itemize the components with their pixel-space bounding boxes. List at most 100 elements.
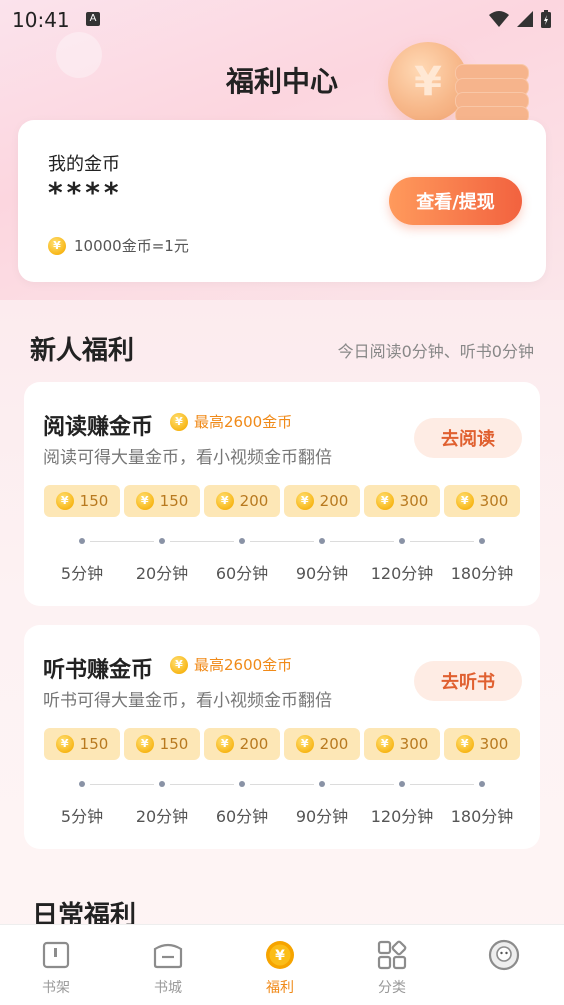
reward-amount: 300 <box>479 735 509 753</box>
signal-icon <box>517 11 533 27</box>
reward-amount: 200 <box>239 492 269 510</box>
progress-segment <box>330 784 394 785</box>
reward-row: ¥150 ¥150 ¥200 ¥200 ¥300 ¥300 <box>44 485 520 517</box>
page-title: 福利中心 <box>225 65 338 98</box>
reward-chip: ¥150 <box>44 728 120 760</box>
reward-chip: ¥150 <box>44 485 120 517</box>
bookshelf-icon <box>42 941 70 969</box>
progress-segment <box>170 784 234 785</box>
coin-icon: ¥ <box>215 492 234 510</box>
tab-bookshelf[interactable]: 书架 <box>0 925 112 1005</box>
exchange-rate-text: 10000金币=1元 <box>74 237 189 255</box>
coin-icon: ¥ <box>170 655 188 674</box>
coin-icon: ¥ <box>455 492 474 510</box>
withdraw-button[interactable]: 查看/提现 <box>389 177 522 225</box>
reward-amount: 150 <box>159 735 189 753</box>
today-progress-text: 今日阅读0分钟、听书0分钟 <box>337 342 534 361</box>
minute-label: 60分钟 <box>215 564 269 583</box>
reward-amount: 300 <box>479 492 509 510</box>
coin-icon: ¥ <box>295 492 314 510</box>
progress-dot <box>479 781 485 787</box>
reward-amount: 150 <box>159 492 189 510</box>
coin-icon: ¥ <box>375 735 394 753</box>
tab-profile[interactable] <box>448 925 560 1005</box>
minute-label: 5分钟 <box>60 564 104 583</box>
reward-chip: ¥300 <box>364 485 440 517</box>
progress-segment <box>90 784 154 785</box>
progress-track <box>44 537 520 547</box>
tab-label: 书架 <box>42 980 70 996</box>
coin-icon: ¥ <box>135 492 154 510</box>
go-read-button[interactable]: 去阅读 <box>414 418 522 458</box>
minute-label: 5分钟 <box>60 807 104 826</box>
tab-label: 分类 <box>378 980 406 996</box>
minute-labels: 5分钟 20分钟 60分钟 90分钟 120分钟 180分钟 <box>44 803 520 826</box>
reward-amount: 200 <box>239 735 269 753</box>
progress-segment <box>250 784 314 785</box>
progress-track <box>44 780 520 790</box>
reward-chip: ¥200 <box>284 728 360 760</box>
coin-icon: ¥ <box>135 735 154 753</box>
wifi-icon <box>489 11 509 27</box>
tab-label: 福利 <box>266 980 294 996</box>
reward-row: ¥150 ¥150 ¥200 ¥200 ¥300 ¥300 <box>44 728 520 760</box>
minute-label: 90分钟 <box>295 807 349 826</box>
profile-avatar-icon <box>488 939 520 971</box>
progress-dot <box>399 538 405 544</box>
minute-labels: 5分钟 20分钟 60分钟 90分钟 120分钟 180分钟 <box>44 560 520 583</box>
status-time: 10:41 <box>12 8 70 32</box>
coin-icon: ¥ <box>55 492 74 510</box>
reward-chip: ¥300 <box>444 728 520 760</box>
bookstore-icon <box>153 943 183 969</box>
section-title-newbie: 新人福利 <box>30 336 135 366</box>
progress-dot <box>319 781 325 787</box>
task-max-text: 最高2600金币 <box>194 413 293 431</box>
reward-amount: 200 <box>319 492 349 510</box>
wallet-label: 我的金币 <box>48 154 120 175</box>
notification-icon: A <box>86 12 100 26</box>
coin-icon: ¥ <box>295 735 314 753</box>
reward-chip: ¥150 <box>124 485 200 517</box>
task-max-reward: ¥ 最高2600金币 <box>170 654 292 675</box>
progress-dot <box>159 538 165 544</box>
battery-icon <box>541 10 551 28</box>
wallet-card: 我的金币 **** ¥ 10000金币=1元 查看/提现 <box>18 120 546 282</box>
minute-label: 20分钟 <box>135 564 189 583</box>
task-card-reading: 阅读赚金币 ¥ 最高2600金币 阅读可得大量金币，看小视频金币翻倍 去阅读 ¥… <box>24 382 540 606</box>
task-description: 听书可得大量金币，看小视频金币翻倍 <box>43 691 332 711</box>
progress-dot <box>239 781 245 787</box>
progress-segment <box>410 541 474 542</box>
tab-bookstore[interactable]: 书城 <box>112 925 224 1005</box>
minute-label: 120分钟 <box>370 564 434 583</box>
tab-welfare[interactable]: ¥ 福利 <box>224 925 336 1005</box>
reward-amount: 150 <box>79 735 109 753</box>
task-max-text: 最高2600金币 <box>194 656 293 674</box>
progress-dot <box>159 781 165 787</box>
coin-icon: ¥ <box>375 492 394 510</box>
task-card-listening: 听书赚金币 ¥ 最高2600金币 听书可得大量金币，看小视频金币翻倍 去听书 ¥… <box>24 625 540 849</box>
reward-amount: 300 <box>399 735 429 753</box>
reward-amount: 150 <box>79 492 109 510</box>
reward-chip: ¥300 <box>364 728 440 760</box>
reward-chip: ¥150 <box>124 728 200 760</box>
minute-label: 180分钟 <box>450 807 514 826</box>
reward-amount: 300 <box>399 492 429 510</box>
exchange-rate: ¥ 10000金币=1元 <box>48 235 189 256</box>
progress-dot <box>79 781 85 787</box>
task-title: 阅读赚金币 <box>43 415 154 440</box>
coin-icon: ¥ <box>170 412 188 431</box>
bottom-tab-bar: 书架 书城 ¥ 福利 分类 <box>0 924 564 1005</box>
wallet-balance: **** <box>48 176 123 209</box>
progress-dot <box>319 538 325 544</box>
progress-dot <box>239 538 245 544</box>
progress-segment <box>250 541 314 542</box>
reward-chip: ¥200 <box>204 728 280 760</box>
tab-label: 书城 <box>154 980 182 996</box>
coin-icon: ¥ <box>55 735 74 753</box>
tab-category[interactable]: 分类 <box>336 925 448 1005</box>
svg-text:¥: ¥ <box>275 948 285 964</box>
progress-segment <box>410 784 474 785</box>
go-listen-button[interactable]: 去听书 <box>414 661 522 701</box>
task-description: 阅读可得大量金币，看小视频金币翻倍 <box>43 448 332 468</box>
category-icon <box>377 940 407 970</box>
